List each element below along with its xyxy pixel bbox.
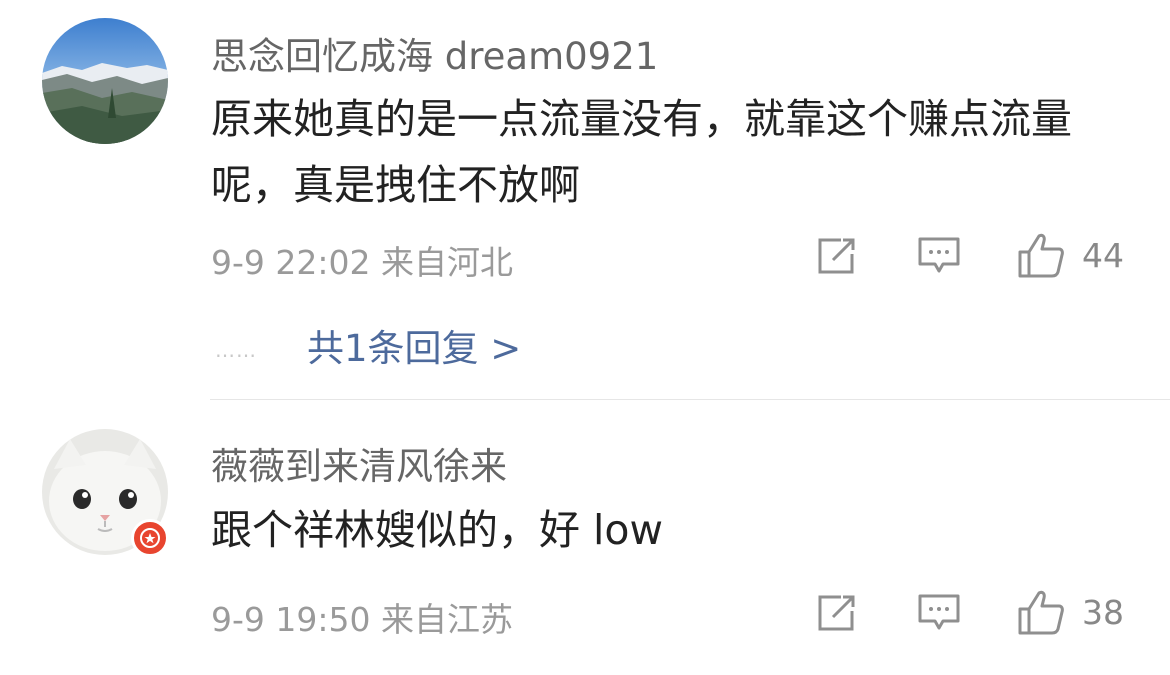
star-icon <box>140 528 160 548</box>
username[interactable]: 思念回忆成海 dream0921 <box>211 26 658 80</box>
avatar-landscape-image <box>42 18 168 144</box>
location: 来自江苏 <box>381 600 513 639</box>
like-count: 38 <box>1082 593 1124 632</box>
username[interactable]: 薇薇到来清风徐来 <box>211 436 507 490</box>
view-replies-link[interactable]: 共1条回复 > <box>307 318 521 372</box>
comment-text: 跟个祥林嫂似的，好 low <box>211 506 664 554</box>
share-icon[interactable] <box>815 236 859 276</box>
verified-badge <box>131 519 169 557</box>
comment-icon[interactable] <box>917 236 961 276</box>
reply-dots: …… <box>215 338 257 362</box>
share-icon[interactable] <box>815 593 859 633</box>
comment-meta: 9-9 22:02 来自河北 <box>211 236 513 284</box>
like-count: 44 <box>1082 236 1124 275</box>
avatar[interactable] <box>42 18 168 144</box>
like-icon[interactable] <box>1017 232 1065 278</box>
timestamp: 9-9 19:50 <box>211 600 371 639</box>
comment-text: 原来她真的是一点流量没有，就靠这个赚点流量呢，真是拽住不放啊 <box>211 95 1072 209</box>
comment-item: 薇薇到来清风徐来 跟个祥林嫂似的，好 low 9-9 19:50 来自江苏 38 <box>0 400 1170 675</box>
like-icon[interactable] <box>1017 589 1065 635</box>
timestamp: 9-9 22:02 <box>211 243 371 282</box>
location: 来自河北 <box>381 243 513 282</box>
comment-item: 思念回忆成海 dream0921 原来她真的是一点流量没有，就靠这个赚点流量呢，… <box>0 0 1170 400</box>
comment-meta: 9-9 19:50 来自江苏 <box>211 593 513 641</box>
comment-icon[interactable] <box>917 593 961 633</box>
